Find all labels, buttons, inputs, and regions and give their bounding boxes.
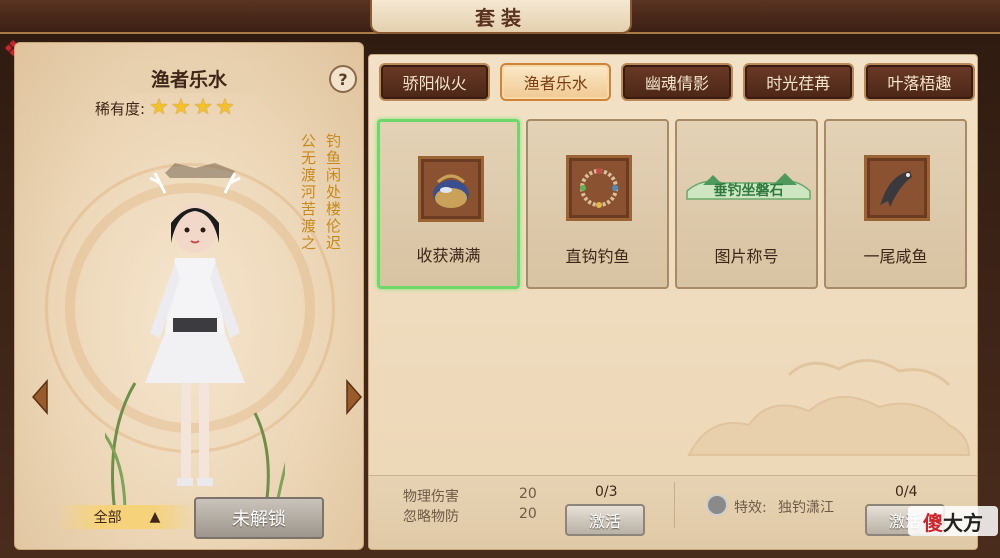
tab-jiaoyang[interactable]: 骄阳似火: [379, 63, 491, 101]
suit-window: 套装 ❖ 渔者乐水 ? 稀有度: ★★★★ 钓鱼闲处楼伦迟 公无渡河苦渡之: [0, 0, 1000, 558]
suit-detail-panel: 骄阳似火 渔者乐水 幽魂倩影 时光荏苒 叶落梧趣 收获满满 直钩钓鱼 垂钓坐磐石…: [368, 54, 978, 550]
stat-value: 20: [519, 486, 537, 502]
help-button[interactable]: ?: [329, 65, 357, 93]
fishing-basket-icon: [424, 162, 478, 216]
dried-fish-icon: [870, 161, 924, 215]
fishing-hook-ring-icon: [572, 161, 626, 215]
item-slot: [566, 155, 632, 221]
item-label: 直钩钓鱼: [565, 247, 630, 266]
stat-name: 物理伤害: [403, 489, 459, 505]
title-banner-text: 垂钓坐磐石: [713, 183, 784, 199]
star-icon: ★: [193, 95, 213, 120]
rarity-stars: ★ ★ ★ ★: [149, 97, 237, 119]
effect-label: 特效:: [734, 500, 767, 516]
item-label: 图片称号: [714, 247, 779, 266]
set-progress-2: 0/4: [895, 484, 918, 500]
special-effect-icon: [706, 494, 728, 516]
suit-tabs: 骄阳似火 渔者乐水 幽魂倩影 时光荏苒 叶落梧趣: [379, 63, 976, 103]
tab-youhun[interactable]: 幽魂倩影: [621, 63, 733, 101]
filter-dropdown[interactable]: 全部 ▲: [57, 505, 197, 529]
filter-label: 全部: [93, 510, 122, 526]
locked-button[interactable]: 未解锁: [194, 497, 324, 539]
star-icon: ★: [215, 95, 235, 120]
next-arrow-icon[interactable]: [345, 379, 363, 415]
tab-yuzhe[interactable]: 渔者乐水: [500, 63, 612, 101]
item-card-fish[interactable]: 一尾咸鱼: [824, 119, 967, 289]
item-card-basket[interactable]: 收获满满: [377, 119, 520, 289]
rarity-row: 稀有度: ★ ★ ★ ★: [95, 97, 237, 119]
poem-line: 钓鱼闲处楼伦迟: [324, 133, 342, 252]
divider: [674, 482, 675, 528]
character-figure: [105, 163, 285, 513]
stat-name: 忽略物防: [403, 509, 459, 525]
star-icon: ★: [149, 95, 169, 120]
rarity-label: 稀有度:: [95, 99, 146, 118]
item-label: 一尾咸鱼: [863, 247, 928, 266]
item-card-hook[interactable]: 直钩钓鱼: [526, 119, 669, 289]
item-label: 收获满满: [416, 246, 481, 265]
cloud-decoration: [687, 359, 971, 456]
poem: 钓鱼闲处楼伦迟 公无渡河苦渡之: [298, 133, 344, 333]
set-progress-1: 0/3: [595, 484, 618, 500]
watermark-part2: 大方: [943, 510, 983, 535]
activate-button-1[interactable]: 激活: [565, 504, 645, 536]
item-slot: [418, 156, 484, 222]
window-title: 套装: [370, 0, 632, 34]
site-watermark: 傻大方: [908, 506, 998, 536]
triangle-up-icon: ▲: [149, 509, 161, 525]
item-card-title[interactable]: 垂钓坐磐石 图片称号: [675, 119, 818, 289]
stat-value: 20: [519, 506, 537, 522]
poem-line: 公无渡河苦渡之: [299, 133, 317, 252]
tab-yeluo[interactable]: 叶落梧趣: [863, 63, 976, 101]
tab-shiguang[interactable]: 时光荏苒: [742, 63, 854, 101]
effect-name: 独钓潇江: [778, 500, 834, 516]
item-slot: [864, 155, 930, 221]
character-preview-panel: 渔者乐水 ? 稀有度: ★ ★ ★ ★ 钓鱼闲处楼伦迟 公无渡河苦渡之 全部 ▲: [14, 42, 364, 550]
set-name: 渔者乐水: [99, 63, 279, 93]
previous-arrow-icon[interactable]: [31, 379, 49, 415]
suit-items: 收获满满 直钩钓鱼 垂钓坐磐石 图片称号 一尾咸鱼: [377, 119, 973, 291]
star-icon: ★: [171, 95, 191, 120]
watermark-part1: 傻: [923, 510, 943, 535]
